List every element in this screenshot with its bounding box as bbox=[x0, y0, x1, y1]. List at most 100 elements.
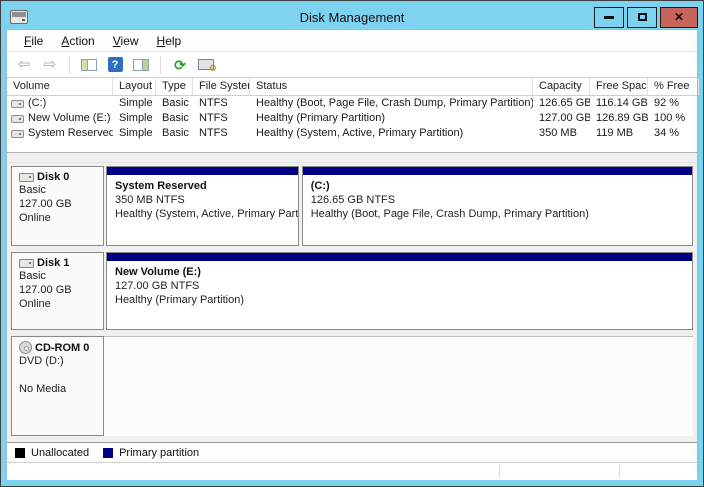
minimize-button[interactable] bbox=[594, 7, 624, 28]
help-button[interactable]: ? bbox=[104, 55, 126, 75]
disk-1-row: Disk 1 Basic 127.00 GB Online New Volume… bbox=[11, 252, 697, 330]
volume-percent-free: 100 % bbox=[648, 111, 699, 126]
partition-size: 126.65 GB NTFS bbox=[311, 193, 692, 207]
volume-capacity: 127.00 GB bbox=[533, 111, 590, 126]
volume-status: Healthy (System, Active, Primary Partiti… bbox=[250, 126, 533, 141]
disk-size: 127.00 GB bbox=[19, 197, 103, 211]
legend-label-primary-partition: Primary partition bbox=[119, 447, 199, 459]
partition-size: 127.00 GB NTFS bbox=[115, 279, 692, 293]
column-header-percent-free[interactable]: % Free bbox=[648, 78, 699, 95]
partition-new-volume-e[interactable]: New Volume (E:) 127.00 GB NTFS Healthy (… bbox=[106, 252, 693, 330]
volume-file-system: NTFS bbox=[193, 111, 250, 126]
toolbar-separator bbox=[160, 56, 161, 74]
column-header-layout[interactable]: Layout bbox=[113, 78, 156, 95]
toolbar: ⇦ ⇨ ? ⟳ bbox=[7, 52, 697, 78]
maximize-icon bbox=[638, 13, 647, 21]
window-content: File Action View Help ⇦ ⇨ ? ⟳ Volume Lay… bbox=[6, 29, 698, 474]
volume-type: Basic bbox=[156, 96, 193, 111]
volume-name: New Volume (E:) bbox=[28, 111, 111, 126]
disk-status: Online bbox=[19, 211, 103, 225]
primary-partition-bar bbox=[303, 167, 692, 175]
title-bar: Disk Management ✕ bbox=[6, 5, 698, 29]
menu-action[interactable]: Action bbox=[52, 31, 103, 51]
volume-file-system: NTFS bbox=[193, 96, 250, 111]
statusbar-divider bbox=[499, 465, 500, 478]
volume-status: Healthy (Primary Partition) bbox=[250, 111, 533, 126]
cdrom-0-row: CD-ROM 0 DVD (D:) No Media bbox=[11, 336, 697, 436]
cdrom-media-status: No Media bbox=[19, 382, 103, 396]
volume-icon bbox=[11, 100, 24, 108]
cdrom-icon bbox=[19, 341, 32, 354]
menu-view[interactable]: View bbox=[104, 31, 148, 51]
show-action-pane-button[interactable] bbox=[130, 55, 152, 75]
partition-c[interactable]: (C:) 126.65 GB NTFS Healthy (Boot, Page … bbox=[302, 166, 693, 246]
disk-size: 127.00 GB bbox=[19, 283, 103, 297]
partition-size: 350 MB NTFS bbox=[115, 193, 298, 207]
back-button[interactable]: ⇦ bbox=[13, 55, 35, 75]
rescan-disks-button[interactable] bbox=[195, 55, 217, 75]
volume-capacity: 126.65 GB bbox=[533, 96, 590, 111]
close-button[interactable]: ✕ bbox=[660, 7, 698, 28]
disk-1-panel[interactable]: Disk 1 Basic 127.00 GB Online bbox=[11, 252, 104, 330]
column-header-free-space[interactable]: Free Space bbox=[590, 78, 648, 95]
table-row[interactable]: (C:) Simple Basic NTFS Healthy (Boot, Pa… bbox=[7, 96, 697, 111]
volume-list-header: Volume Layout Type File System Status Ca… bbox=[7, 78, 697, 96]
forward-button[interactable]: ⇨ bbox=[39, 55, 61, 75]
partition-status: Healthy (Boot, Page File, Crash Dump, Pr… bbox=[311, 207, 692, 221]
toolbar-separator bbox=[69, 56, 70, 74]
primary-partition-swatch bbox=[103, 448, 113, 458]
volume-free-space: 119 MB bbox=[590, 126, 648, 141]
volume-list: Volume Layout Type File System Status Ca… bbox=[7, 78, 697, 153]
volume-icon bbox=[11, 115, 24, 123]
volume-icon bbox=[11, 130, 24, 138]
table-row[interactable]: New Volume (E:) Simple Basic NTFS Health… bbox=[7, 111, 697, 126]
partition-title: (C:) bbox=[311, 179, 692, 193]
menu-file[interactable]: File bbox=[15, 31, 52, 51]
volume-type: Basic bbox=[156, 126, 193, 141]
disk-0-row: Disk 0 Basic 127.00 GB Online System Res… bbox=[11, 166, 697, 246]
disk-icon bbox=[19, 173, 34, 182]
graphical-view: Disk 0 Basic 127.00 GB Online System Res… bbox=[7, 163, 697, 442]
console-tree-icon bbox=[81, 59, 97, 71]
column-header-file-system[interactable]: File System bbox=[193, 78, 250, 95]
cdrom-media-area[interactable] bbox=[104, 336, 693, 436]
show-console-tree-button[interactable] bbox=[78, 55, 100, 75]
primary-partition-bar bbox=[107, 253, 692, 261]
refresh-button[interactable]: ⟳ bbox=[169, 55, 191, 75]
column-header-status[interactable]: Status bbox=[250, 78, 533, 95]
volume-free-space: 126.89 GB bbox=[590, 111, 648, 126]
cdrom-name: CD-ROM 0 bbox=[35, 342, 89, 354]
partition-system-reserved[interactable]: System Reserved 350 MB NTFS Healthy (Sys… bbox=[106, 166, 299, 246]
menu-help[interactable]: Help bbox=[148, 31, 191, 51]
refresh-icon: ⟳ bbox=[174, 58, 186, 72]
pane-splitter[interactable] bbox=[7, 153, 697, 163]
forward-icon: ⇨ bbox=[44, 57, 57, 72]
disk-type: Basic bbox=[19, 269, 103, 283]
column-header-capacity[interactable]: Capacity bbox=[533, 78, 590, 95]
column-header-type[interactable]: Type bbox=[156, 78, 193, 95]
menu-bar: File Action View Help bbox=[7, 30, 697, 52]
column-header-volume[interactable]: Volume bbox=[7, 78, 113, 95]
volume-type: Basic bbox=[156, 111, 193, 126]
list-padding bbox=[7, 141, 697, 153]
volume-layout: Simple bbox=[113, 111, 156, 126]
disk-name: Disk 1 bbox=[37, 257, 69, 269]
volume-layout: Simple bbox=[113, 96, 156, 111]
rescan-disks-icon bbox=[198, 59, 214, 70]
disk-icon bbox=[19, 259, 34, 268]
volume-percent-free: 34 % bbox=[648, 126, 699, 141]
cdrom-0-panel[interactable]: CD-ROM 0 DVD (D:) No Media bbox=[11, 336, 104, 436]
minimize-icon bbox=[604, 16, 614, 19]
volume-percent-free: 92 % bbox=[648, 96, 699, 111]
volume-file-system: NTFS bbox=[193, 126, 250, 141]
disk-1-partitions: New Volume (E:) 127.00 GB NTFS Healthy (… bbox=[106, 252, 693, 330]
disk-status: Online bbox=[19, 297, 103, 311]
disk-0-panel[interactable]: Disk 0 Basic 127.00 GB Online bbox=[11, 166, 104, 246]
maximize-button[interactable] bbox=[627, 7, 657, 28]
table-row[interactable]: System Reserved Simple Basic NTFS Health… bbox=[7, 126, 697, 141]
volume-status: Healthy (Boot, Page File, Crash Dump, Pr… bbox=[250, 96, 533, 111]
help-icon: ? bbox=[108, 57, 123, 72]
volume-free-space: 116.14 GB bbox=[590, 96, 648, 111]
partition-title: New Volume (E:) bbox=[115, 265, 692, 279]
legend-label-unallocated: Unallocated bbox=[31, 447, 89, 459]
